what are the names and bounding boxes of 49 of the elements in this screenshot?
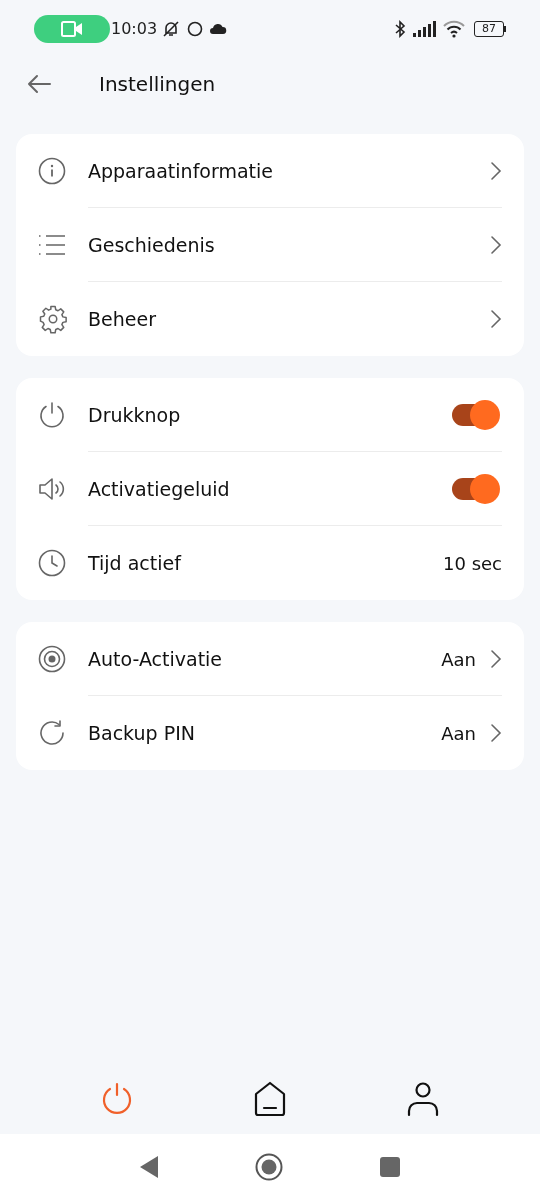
settings-row[interactable]: Apparaatinformatie (38, 134, 502, 208)
signal-icon (412, 21, 436, 37)
gear-icon (38, 304, 68, 334)
home-circle-icon[interactable] (255, 1153, 283, 1181)
row-value: Aan (441, 721, 476, 746)
video-camera-icon (61, 21, 83, 37)
row-label: Apparaatinformatie (88, 158, 273, 184)
chevron-right-icon (490, 235, 502, 255)
page-title: Instellingen (99, 71, 216, 98)
settings-row[interactable]: Tijd actief 10 sec (38, 526, 502, 600)
status-time: 10:03 (111, 18, 158, 40)
battery-indicator: 87 (474, 21, 506, 37)
row-label: Backup PIN (88, 720, 195, 746)
row-label: Geschiedenis (88, 232, 215, 258)
row-label: Auto-Activatie (88, 646, 223, 672)
refresh-icon (38, 719, 66, 747)
settings-row[interactable]: Drukknop (38, 378, 502, 452)
power-icon (38, 401, 66, 429)
row-value: Aan (441, 647, 476, 672)
cloud-icon (209, 23, 228, 35)
back-triangle-icon[interactable] (139, 1155, 159, 1179)
chevron-right-icon (490, 309, 502, 329)
home-icon (253, 1081, 287, 1117)
row-label: Activatiegeluid (88, 476, 230, 502)
chevron-right-icon (490, 161, 502, 181)
wifi-icon (442, 20, 466, 38)
row-label: Drukknop (88, 402, 181, 428)
toggle-switch[interactable] (450, 474, 500, 504)
toggle-switch[interactable] (450, 400, 500, 430)
settings-row[interactable]: Backup PIN Aan (38, 696, 502, 770)
recents-square-icon[interactable] (379, 1156, 401, 1178)
back-arrow-icon (27, 74, 51, 94)
info-icon (38, 157, 66, 185)
settings-row[interactable]: Auto-Activatie Aan (38, 622, 502, 696)
chevron-right-icon (490, 649, 502, 669)
settings-row[interactable]: Geschiedenis (38, 208, 502, 282)
row-label: Tijd actief (88, 550, 181, 576)
bell-muted-icon (161, 19, 182, 39)
target-icon (38, 645, 66, 673)
clock-icon (38, 549, 66, 577)
bluetooth-icon (394, 20, 406, 38)
row-value: 10 sec (443, 551, 502, 576)
settings-row[interactable]: Beheer (38, 282, 502, 356)
circle-icon (187, 21, 204, 37)
person-icon (406, 1081, 441, 1117)
chevron-right-icon (490, 723, 502, 743)
list-icon (38, 234, 66, 256)
settings-row[interactable]: Activatiegeluid (38, 452, 502, 526)
row-label: Beheer (88, 306, 156, 332)
